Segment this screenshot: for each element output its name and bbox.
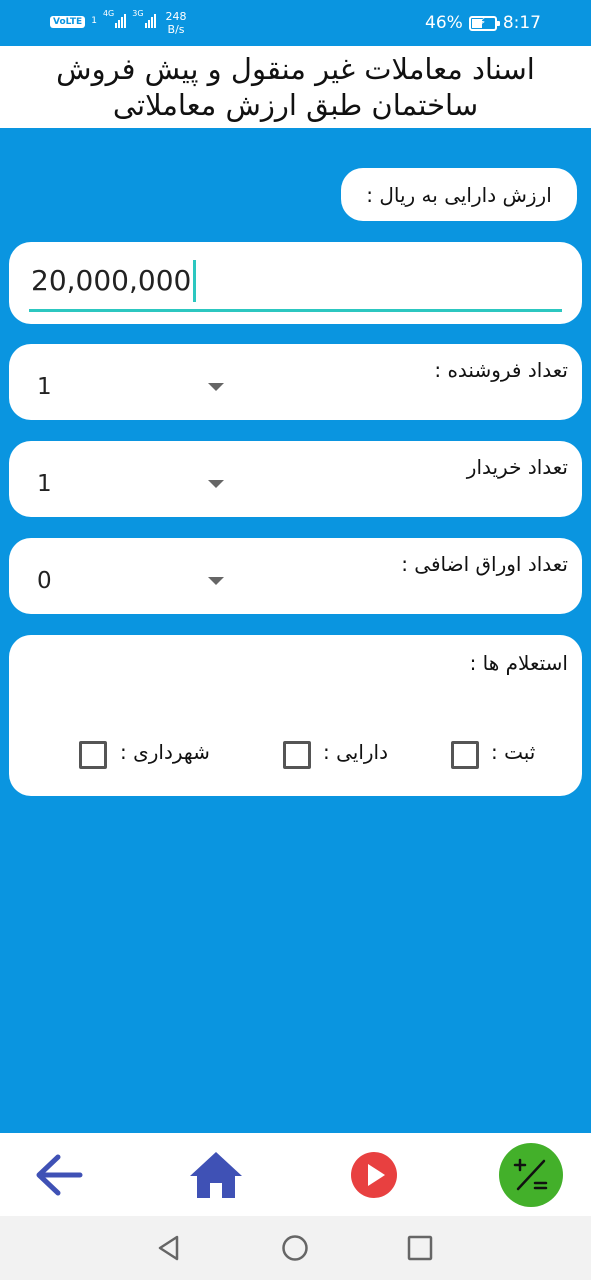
title-bar: اسناد معاملات غیر منقول و پیش فروش ساختم… [0, 46, 591, 128]
sellers-spinner[interactable]: تعداد فروشنده : 1 [9, 344, 582, 420]
circle-home-icon [282, 1235, 308, 1261]
signal-icon-2: 3G [132, 9, 156, 28]
home-button[interactable] [171, 1133, 261, 1216]
arrow-left-icon [36, 1154, 83, 1195]
asset-value-text: 20,000,000 [31, 264, 192, 297]
asset-value-input[interactable]: 20,000,000 [29, 252, 562, 312]
back-button[interactable] [14, 1133, 104, 1216]
page-title-line-2: ساختمان طبق ارزش معاملاتی [112, 88, 479, 122]
sim-number: 1 [91, 16, 97, 26]
play-button[interactable] [329, 1133, 419, 1216]
finance-label: دارایی : [323, 740, 389, 764]
extra-pages-value: 0 [37, 568, 52, 594]
system-back-button[interactable] [139, 1216, 199, 1280]
network-speed-value: 248 [165, 10, 187, 23]
volte-badge: VoLTE [50, 16, 86, 28]
page-title-line-1: اسناد معاملات غیر منقول و پیش فروش [56, 52, 535, 86]
asset-value-label: ارزش دارایی به ریال : [341, 168, 577, 221]
sellers-value: 1 [37, 374, 52, 400]
status-left: VoLTE 1 4G 3G 248 B/s [50, 10, 187, 36]
buyers-label: تعداد خریدار [466, 455, 568, 479]
system-recents-button[interactable] [390, 1216, 450, 1280]
extra-pages-label: تعداد اوراق اضافی : [401, 552, 568, 576]
page-title: اسناد معاملات غیر منقول و پیش فروش ساختم… [56, 51, 535, 123]
status-bar: VoLTE 1 4G 3G 248 B/s 46% ⚡ 8:17 [0, 0, 591, 46]
buyers-spinner[interactable]: تعداد خریدار 1 [9, 441, 582, 517]
network-speed-unit: B/s [167, 23, 185, 36]
registry-label: ثبت : [491, 740, 536, 764]
municipality-label: شهرداری : [120, 740, 210, 764]
inquiries-title: استعلام ها : [469, 651, 568, 675]
signal-type-1: 4G [102, 9, 115, 18]
registry-checkbox[interactable] [451, 741, 479, 769]
home-icon [190, 1151, 242, 1198]
dropdown-arrow-icon[interactable] [208, 383, 224, 391]
text-caret [193, 259, 197, 302]
clock: 8:17 [502, 13, 541, 33]
signal-icon-1: 4G [102, 9, 127, 28]
plus-minus-icon [499, 1142, 563, 1207]
inquiries-card: استعلام ها : [9, 635, 582, 796]
battery-icon: ⚡ [468, 15, 500, 31]
municipality-checkbox[interactable] [79, 741, 107, 769]
signal-type-2: 3G [132, 9, 144, 18]
asset-value-card: 20,000,000 [9, 242, 582, 324]
dropdown-arrow-icon[interactable] [208, 480, 224, 488]
extra-pages-spinner[interactable]: تعداد اوراق اضافی : 0 [9, 538, 582, 614]
dropdown-arrow-icon[interactable] [208, 577, 224, 585]
square-recents-icon [407, 1235, 433, 1261]
triangle-back-icon [158, 1235, 179, 1261]
network-speed: 248 B/s [166, 10, 187, 36]
system-nav-bar [0, 1216, 591, 1280]
buyers-value: 1 [37, 471, 52, 497]
bottom-nav [0, 1133, 591, 1216]
sellers-label: تعداد فروشنده : [434, 358, 568, 382]
system-home-button[interactable] [265, 1216, 325, 1280]
status-right: 46% ⚡ 8:17 [425, 13, 541, 33]
play-icon [351, 1151, 397, 1198]
finance-checkbox[interactable] [283, 741, 311, 769]
calculator-button[interactable] [486, 1133, 576, 1216]
battery-percent: 46% [425, 13, 463, 33]
